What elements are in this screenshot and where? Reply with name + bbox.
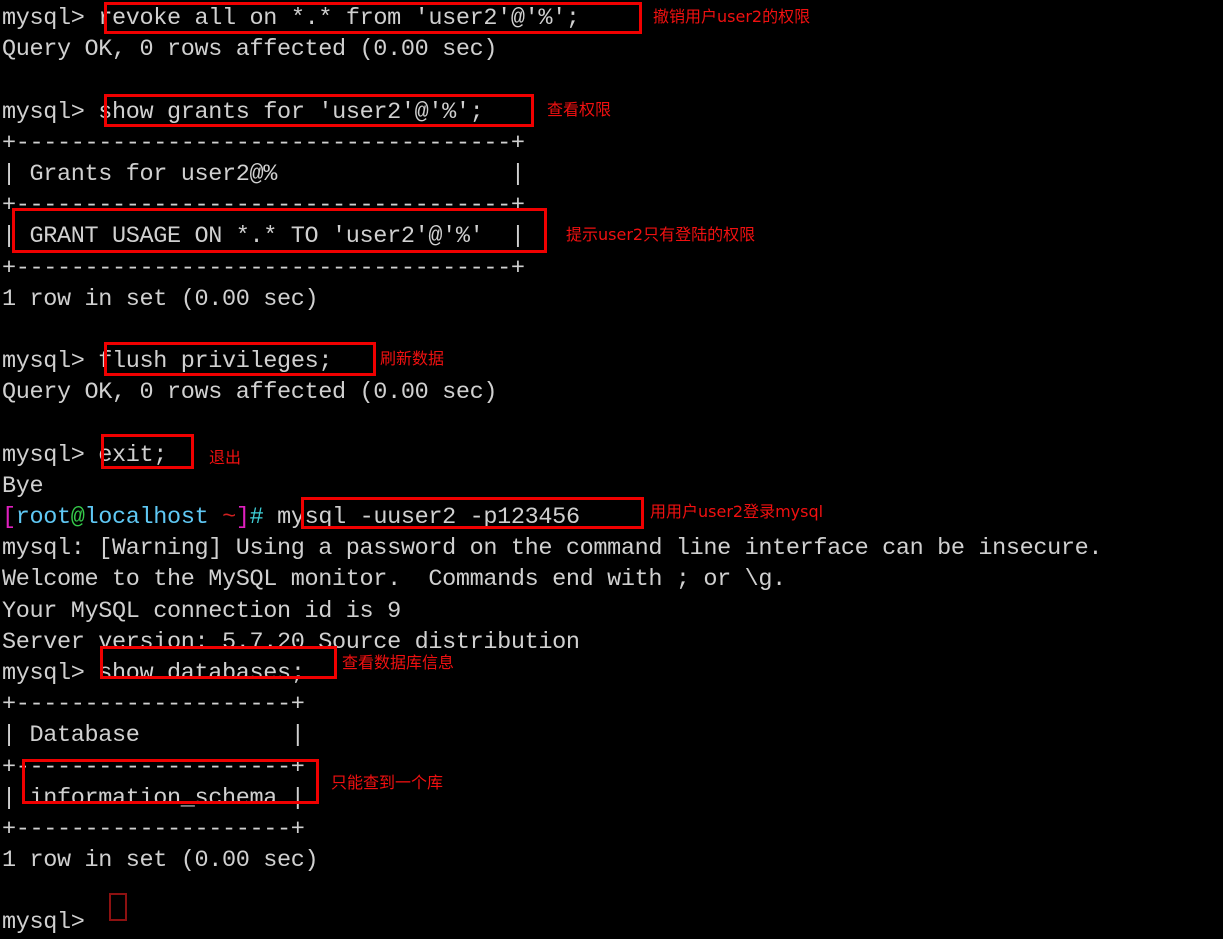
command-revoke: revoke all on *.* from 'user2'@'%'; (98, 5, 580, 32)
annotation-show-grants: 查看权限 (547, 100, 612, 119)
grants-row-count: 1 row in set (0.00 sec) (2, 285, 319, 313)
annotation-revoke: 撤销用户user2的权限 (653, 7, 811, 26)
terminal-line-warning: mysql: [Warning] Using a password on the… (2, 535, 1103, 563)
terminal-cursor (109, 893, 127, 921)
grants-table-header-row: | Grants for user2@% | (2, 160, 525, 188)
terminal-line-blank-2 (2, 315, 1223, 346)
prompt-cwd-tilde: ~ (222, 504, 236, 531)
terminal-line-welcome: Welcome to the MySQL monitor. Commands e… (2, 566, 786, 594)
grants-table-top-border: +------------------------------------+ (2, 129, 525, 157)
terminal-line-exit: mysql> exit; (2, 440, 1223, 471)
terminal-line-shell-login: [root@localhost ~]# mysql -uuser2 -p1234… (2, 502, 1223, 533)
grants-table-header-sep: +------------------------------------+ (2, 192, 525, 220)
annotation-mysql-login: 用用户user2登录mysql (650, 502, 824, 521)
terminal-line-blank-1 (2, 65, 1223, 96)
terminal-line-bye: Bye (2, 472, 44, 500)
prompt-close-bracket: ] (235, 504, 250, 531)
terminal-line-server-version: Server version: 5.7.20 Source distributi… (2, 628, 580, 656)
terminal-line-show-databases: mysql> show databases; (2, 658, 1223, 689)
annotation-grant-usage: 提示user2只有登陆的权限 (566, 225, 756, 244)
databases-table-top-border: +--------------------+ (2, 691, 305, 719)
prompt-open-bracket: [ (2, 504, 16, 531)
terminal-window[interactable]: mysql> revoke all on *.* from 'user2'@'%… (0, 0, 1223, 936)
prompt-hash-sign: # (249, 504, 278, 531)
databases-table-header-row: | Database | (2, 722, 305, 750)
mysql-prompt: mysql> (2, 98, 99, 126)
annotation-exit: 退出 (209, 448, 242, 467)
terminal-line-revoke: mysql> revoke all on *.* from 'user2'@'%… (2, 3, 1223, 34)
terminal-line-connection-id: Your MySQL connection id is 9 (2, 597, 401, 625)
prompt-at-sign: @ (70, 504, 85, 531)
annotation-show-databases: 查看数据库信息 (342, 653, 455, 672)
command-exit: exit; (98, 441, 168, 469)
terminal-line-blank-3 (2, 408, 1223, 439)
command-mysql-login: mysql -uuser2 -p123456 (277, 504, 580, 531)
terminal-line-query-ok-2: Query OK, 0 rows affected (0.00 sec) (2, 379, 498, 407)
terminal-line-final-prompt: mysql> (2, 907, 1223, 938)
terminal-line-query-ok-1: Query OK, 0 rows affected (0.00 sec) (2, 36, 498, 64)
annotation-flush: 刷新数据 (380, 349, 445, 368)
command-flush-privileges: flush privileges; (98, 348, 333, 376)
annotation-information-schema: 只能查到一个库 (331, 773, 444, 792)
mysql-prompt: mysql> (2, 441, 99, 469)
terminal-line-show-grants: mysql> show grants for 'user2'@'%'; (2, 97, 1223, 128)
prompt-username: root (15, 504, 71, 531)
databases-table-bottom-border: +--------------------+ (2, 815, 305, 843)
grants-table-bottom-border: +------------------------------------+ (2, 254, 525, 282)
terminal-line-flush: mysql> flush privileges; (2, 346, 1223, 377)
mysql-prompt: mysql> (2, 348, 99, 376)
databases-table-header-sep: +--------------------+ (2, 753, 305, 781)
mysql-prompt: mysql> (2, 909, 99, 937)
databases-table-data-row: | information_schema | (2, 784, 305, 812)
databases-row-count: 1 row in set (0.00 sec) (2, 847, 319, 875)
command-show-databases: show databases; (98, 659, 305, 687)
mysql-prompt: mysql> (2, 5, 99, 32)
prompt-hostname: localhost (84, 504, 209, 531)
command-show-grants: show grants for 'user2'@'%'; (98, 98, 484, 126)
mysql-prompt: mysql> (2, 659, 99, 687)
terminal-line-blank-4 (2, 876, 1223, 907)
